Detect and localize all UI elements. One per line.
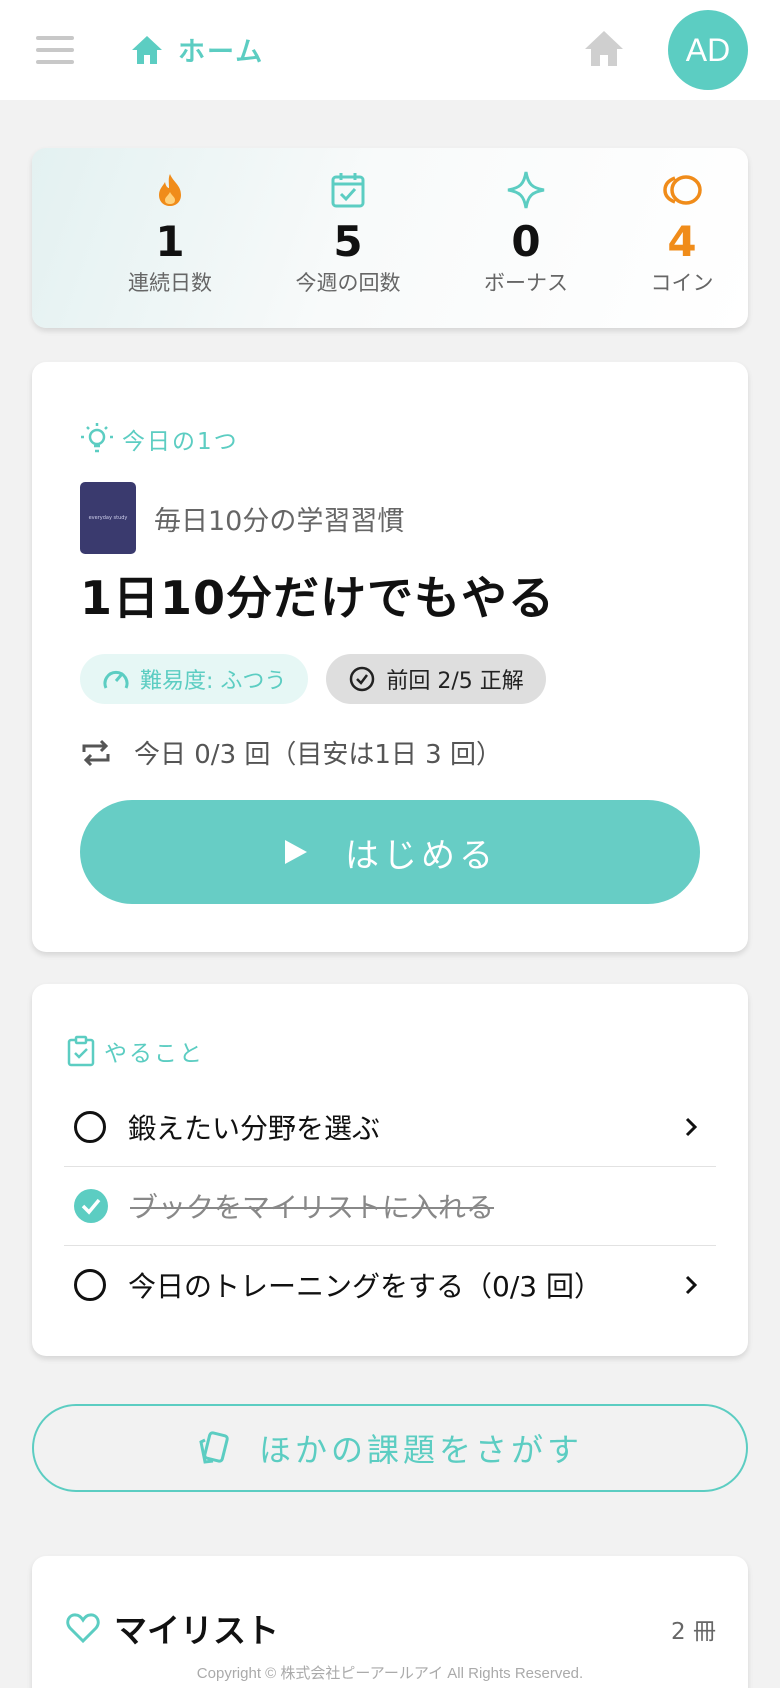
book-row[interactable]: everyday study 毎日10分の学習習慣 (80, 482, 404, 554)
heart-icon (66, 1613, 100, 1644)
home-icon (132, 35, 162, 64)
todo-item-add-book[interactable]: ブックをマイリストに入れる (64, 1167, 716, 1245)
stat-bonus-value: 0 (511, 217, 541, 266)
check-circle-icon (350, 666, 375, 692)
cards-icon (199, 1431, 229, 1464)
repeat-row: 今日 0/3 回（目安は1日 3 回） (80, 734, 502, 771)
stat-streak: 1 連続日数 (90, 170, 250, 296)
mylist-title: マイリスト (114, 1611, 279, 1650)
last-result-chip-label: 前回 2/5 正解 (386, 669, 524, 694)
stat-streak-label: 連続日数 (128, 271, 212, 295)
start-button[interactable]: はじめる (80, 800, 700, 904)
repeat-text: 今日 0/3 回（目安は1日 3 回） (134, 740, 502, 770)
todo-item-label: ブックをマイリストに入れる (130, 1191, 495, 1224)
repeat-icon (82, 739, 110, 766)
start-button-label: はじめる (345, 835, 497, 876)
gauge-icon (103, 670, 129, 689)
calendar-check-icon (331, 173, 365, 208)
lightbulb-icon (81, 423, 113, 453)
coin-icon (663, 175, 702, 205)
home-button-icon[interactable] (582, 28, 626, 68)
chips-row: 難易度: ふつう 前回 2/5 正解 (80, 654, 546, 704)
home-nav-link[interactable]: ホーム (130, 30, 264, 69)
play-icon (285, 840, 307, 864)
stat-weekly-label: 今週の回数 (295, 271, 401, 295)
today-section-title: 今日の1つ (80, 422, 239, 456)
mylist-heading[interactable]: マイリスト (66, 1604, 279, 1652)
stat-bonus-label: ボーナス (484, 271, 568, 295)
todo-item-choose-field[interactable]: 鍛えたい分野を選ぶ (64, 1088, 716, 1166)
chevron-right-icon (685, 1275, 698, 1295)
stat-weekly-value: 5 (333, 217, 363, 266)
stat-coin: 4 コイン (602, 170, 762, 296)
app-header: ホーム AD (0, 0, 780, 100)
sparkle-icon (507, 171, 545, 209)
find-other-tasks-label: ほかの課題をさがす (258, 1431, 583, 1469)
todo-section-title: やること (66, 1034, 204, 1068)
todo-section-label: やること (104, 1041, 204, 1067)
footer-copyright: Copyright © 株式会社ピーアールアイ All Rights Reser… (196, 1665, 584, 1682)
book-cover[interactable]: everyday study (80, 482, 136, 554)
todo-item-training[interactable]: 今日のトレーニングをする（0/3 回） (64, 1246, 716, 1324)
todo-card: やること 鍛えたい分野を選ぶ ブックをマイリストに入れる 今日のトレーニングをす… (32, 984, 748, 1356)
todo-item-label: 今日のトレーニングをする（0/3 回） (128, 1270, 602, 1303)
difficulty-chip: 難易度: ふつう (80, 654, 309, 704)
today-headline: 1日10分だけでもやる (80, 571, 556, 625)
stat-coin-value: 4 (667, 217, 697, 266)
today-section-label: 今日の1つ (122, 429, 239, 455)
unchecked-circle-icon (74, 1269, 106, 1301)
chevron-right-icon (685, 1117, 698, 1137)
flame-icon (159, 174, 181, 206)
avatar[interactable]: AD (668, 10, 748, 90)
unchecked-circle-icon (74, 1111, 106, 1143)
difficulty-chip-label: 難易度: ふつう (140, 669, 287, 694)
home-label: ホーム (178, 37, 265, 68)
find-other-tasks-button[interactable]: ほかの課題をさがす (32, 1404, 748, 1492)
book-title: 毎日10分の学習習慣 (154, 505, 405, 537)
clipboard-check-icon (67, 1035, 95, 1067)
today-card: 今日の1つ everyday study 毎日10分の学習習慣 1日10分だけで… (32, 362, 748, 952)
checked-circle-icon (74, 1189, 108, 1223)
todo-item-label: 鍛えたい分野を選ぶ (128, 1112, 381, 1145)
stat-bonus: 0 ボーナス (446, 170, 606, 296)
stat-streak-value: 1 (155, 217, 185, 266)
stat-coin-label: コイン (650, 271, 714, 295)
mylist-count: 2 冊 (671, 1619, 716, 1645)
stats-card: 1 連続日数 5 今週の回数 0 ボーナス 4 コイン (32, 148, 748, 328)
menu-icon[interactable] (36, 36, 74, 64)
stat-weekly: 5 今週の回数 (268, 170, 428, 296)
last-result-chip: 前回 2/5 正解 (326, 654, 546, 704)
